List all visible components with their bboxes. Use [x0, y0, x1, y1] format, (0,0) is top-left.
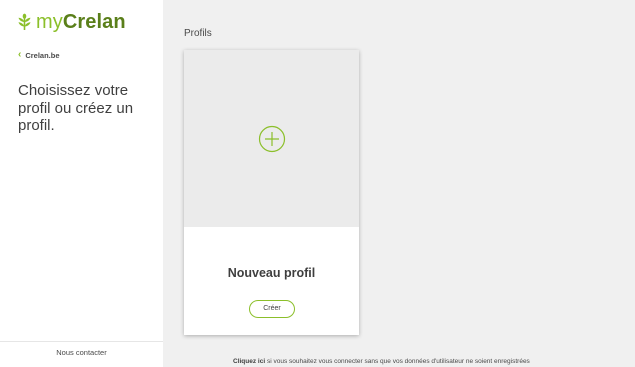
new-profile-card-image-area — [184, 50, 359, 227]
new-profile-card[interactable]: Nouveau profil Créer — [184, 50, 359, 335]
footer-note: Cliquez ici si vous souhaitez vous conne… — [233, 358, 633, 365]
page-title: Profils — [184, 28, 212, 39]
chevron-left-icon: ‹ — [18, 49, 22, 60]
create-profile-button[interactable]: Créer — [249, 300, 295, 318]
main-content: Profils Nouveau profil Créer Cliquez ici… — [163, 0, 635, 367]
brand-prefix: my — [36, 11, 63, 33]
app-window: myCrelan ‹ Crelan.be Choisissez votre pr… — [0, 0, 635, 367]
plus-circle-icon — [258, 125, 286, 153]
brand-logo[interactable]: myCrelan — [17, 9, 126, 35]
new-profile-label: Nouveau profil — [227, 266, 316, 280]
sidebar-divider — [0, 341, 163, 342]
intro-text: Choisissez votre profil ou créez un prof… — [18, 82, 134, 134]
footer-note-text: si vous souhaitez vous connecter sans qu… — [265, 358, 530, 365]
back-link-label: Crelan.be — [25, 50, 60, 60]
wheat-logo-icon — [18, 13, 31, 30]
sidebar: myCrelan ‹ Crelan.be Choisissez votre pr… — [0, 0, 163, 367]
brand-wordmark: Crelan — [62, 11, 126, 33]
guest-login-link[interactable]: Cliquez ici — [233, 358, 265, 365]
contact-link[interactable]: Nous contacter — [0, 348, 163, 357]
back-to-crelan-link[interactable]: ‹ Crelan.be — [18, 50, 60, 60]
brand-name: myCrelan — [36, 9, 126, 35]
